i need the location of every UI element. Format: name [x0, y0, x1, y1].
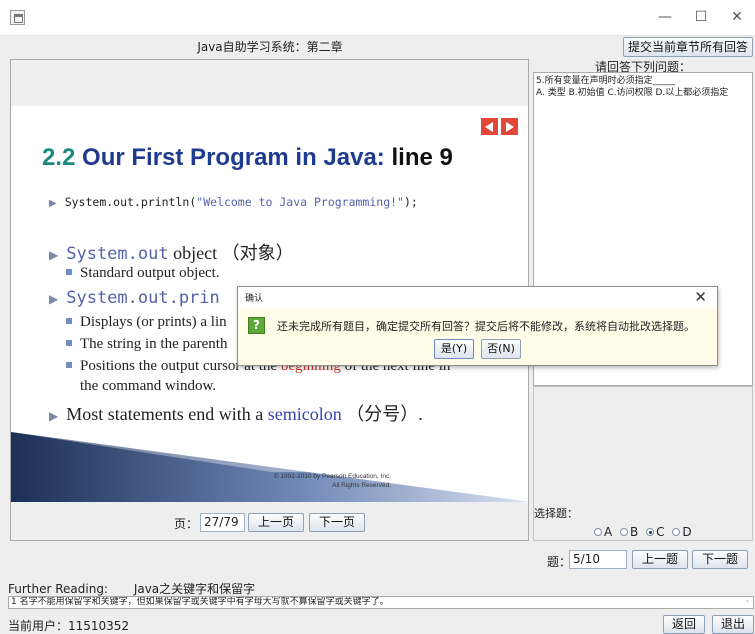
radio-option-d[interactable]: D [672, 525, 692, 539]
page-label: 页： [174, 517, 199, 531]
page-field[interactable]: 27/79 [200, 513, 245, 532]
dialog-close-icon[interactable]: ✕ [694, 288, 707, 306]
close-button[interactable]: ✕ [722, 4, 752, 30]
app-icon [10, 10, 25, 25]
sub-bullet-text: Displays (or prints) a lin [80, 314, 227, 330]
slide-next-arrow[interactable] [501, 118, 518, 135]
radio-option-b[interactable]: B [620, 525, 638, 539]
slide-prev-arrow[interactable] [481, 118, 498, 135]
bullet-arrow-icon: ▶ [49, 198, 57, 209]
square-bullet-icon [66, 340, 72, 346]
bullet-text: Most statements end with a [66, 404, 268, 424]
bullet-println: ▶ System.out.prin [49, 287, 220, 308]
bullet-text: object （对象） [168, 243, 294, 263]
window-titlebar: — ☐ ✕ [0, 0, 755, 36]
slide-title-number: 2.2 [42, 144, 76, 171]
chapter-title: Java自助学习系统：第二章 [197, 40, 343, 54]
sub-bullet-continuation: the command window. [80, 378, 217, 394]
dialog-title: 确认 [245, 294, 264, 304]
sub-bullet-text: Positions the output curs [80, 358, 228, 374]
sub-bullet-standard-output: Standard output object. [66, 265, 220, 282]
minimize-button[interactable]: — [650, 4, 680, 30]
copyright-line: © 1992-2010 by Pearson Education, Inc. [273, 473, 391, 480]
exit-button[interactable]: 退出 [712, 615, 754, 634]
radio-option-c[interactable]: C [646, 525, 665, 539]
radio-icon [594, 528, 602, 536]
code-line: ▶ System.out.println("Welcome to Java Pro… [49, 195, 418, 209]
question-options: A. 类型 B.初始值 C.访问权限 D.以上都必须指定 [536, 88, 729, 98]
further-reading: Further Reading: Java之关键字和保留字 [8, 580, 255, 597]
tip-text: 1 名字不能用保留字和关键字，但如果保留字或关键字中有字母大写就不算保留字或关键… [11, 597, 389, 607]
further-reading-link[interactable]: Java之关键字和保留字 [134, 582, 255, 596]
choice-label: 选择题： [534, 507, 578, 520]
radio-icon [672, 528, 681, 536]
radio-icon [620, 528, 629, 536]
bullet-arrow-icon: ▶ [49, 248, 59, 262]
radio-selected-icon [646, 528, 655, 536]
dialog-no-button[interactable]: 否(N) [481, 339, 521, 359]
code-suffix: ); [403, 195, 418, 209]
tip-text-field[interactable]: 1 名字不能用保留字和关键字，但如果保留字或关键字中有字母大写就不算保留字或关键… [8, 596, 754, 609]
bullet-text-end: （分号）. [341, 404, 423, 424]
square-bullet-icon [66, 362, 72, 368]
prev-page-button[interactable]: 上一页 [248, 513, 304, 532]
sub-bullet-text: Standard output object. [80, 265, 220, 281]
further-reading-label: Further Reading: [8, 582, 108, 596]
radio-label: D [682, 525, 692, 539]
bullet-code: System.out [66, 244, 169, 264]
slide-title-main: Our First Program in Java: [82, 144, 385, 171]
question-number-field[interactable]: 5/10 [569, 550, 627, 569]
code-prefix: System.out.println( [64, 195, 197, 209]
sub-bullet-string: The string in the parenth [66, 336, 227, 353]
bullet-semicolon: ▶ Most statements end with a semicolon （分… [49, 400, 423, 426]
copyright-rights: All Rights Reserved. [332, 482, 391, 489]
tip-scroll-icon[interactable]: ˄ ˅ [744, 597, 751, 608]
prev-question-button[interactable]: 上一题 [632, 550, 688, 569]
submit-all-button[interactable]: 提交当前章节所有回答 [623, 37, 753, 57]
radio-option-a[interactable]: A [594, 525, 612, 539]
code-string: "Welcome to Java Programming!" [196, 195, 404, 209]
sub-bullet-displays: Displays (or prints) a lin [66, 314, 227, 331]
radio-label: A [604, 525, 613, 539]
slide-copyright: © 1992-2010 by Pearson Education, Inc. A… [241, 472, 391, 490]
confirm-dialog: 确认 ✕ ? 还未完成所有题目，确定提交所有回答？提交后将不能修改，系统将自动批… [237, 286, 718, 366]
maximize-button[interactable]: ☐ [686, 4, 716, 30]
square-bullet-icon [66, 318, 72, 324]
choice-radio-group: A B C D [594, 525, 692, 539]
bullet-system-out: ▶ System.out object （对象） [49, 239, 294, 265]
bullet-code: System.out.prin [66, 288, 220, 308]
radio-label: B [630, 525, 639, 539]
question-text: 5.所有变量在声明时必须指定_____ [536, 76, 676, 86]
dialog-titlebar: 确认 ✕ [238, 287, 717, 308]
slide-title: 2.2 Our First Program in Java: line 9 [42, 144, 453, 172]
radio-label: C [656, 525, 665, 539]
back-button[interactable]: 返回 [663, 615, 705, 634]
slide-header-bar [11, 60, 528, 106]
dialog-message: 还未完成所有题目，确定提交所有回答？提交后将不能修改，系统将自动批改选择题。 [277, 320, 695, 333]
next-page-button[interactable]: 下一页 [309, 513, 365, 532]
bullet-arrow-icon: ▶ [49, 292, 59, 306]
question-icon: ? [248, 317, 265, 334]
square-bullet-icon [66, 269, 72, 275]
bullet-arrow-icon: ▶ [49, 409, 59, 423]
current-user-label: 当前用户：11510352 [8, 619, 130, 633]
next-question-button[interactable]: 下一题 [692, 550, 748, 569]
slide-footer-graphic [11, 432, 528, 502]
bullet-highlight: semicolon [267, 404, 342, 424]
slide-title-line: line 9 [391, 144, 453, 171]
slide-pager: 页： 27/79 上一页 下一页 [11, 502, 528, 540]
dialog-yes-button[interactable]: 是(Y) [434, 339, 474, 359]
sub-bullet-text: The string in the parenth [80, 336, 228, 352]
question-number-label: 题： [547, 555, 572, 569]
